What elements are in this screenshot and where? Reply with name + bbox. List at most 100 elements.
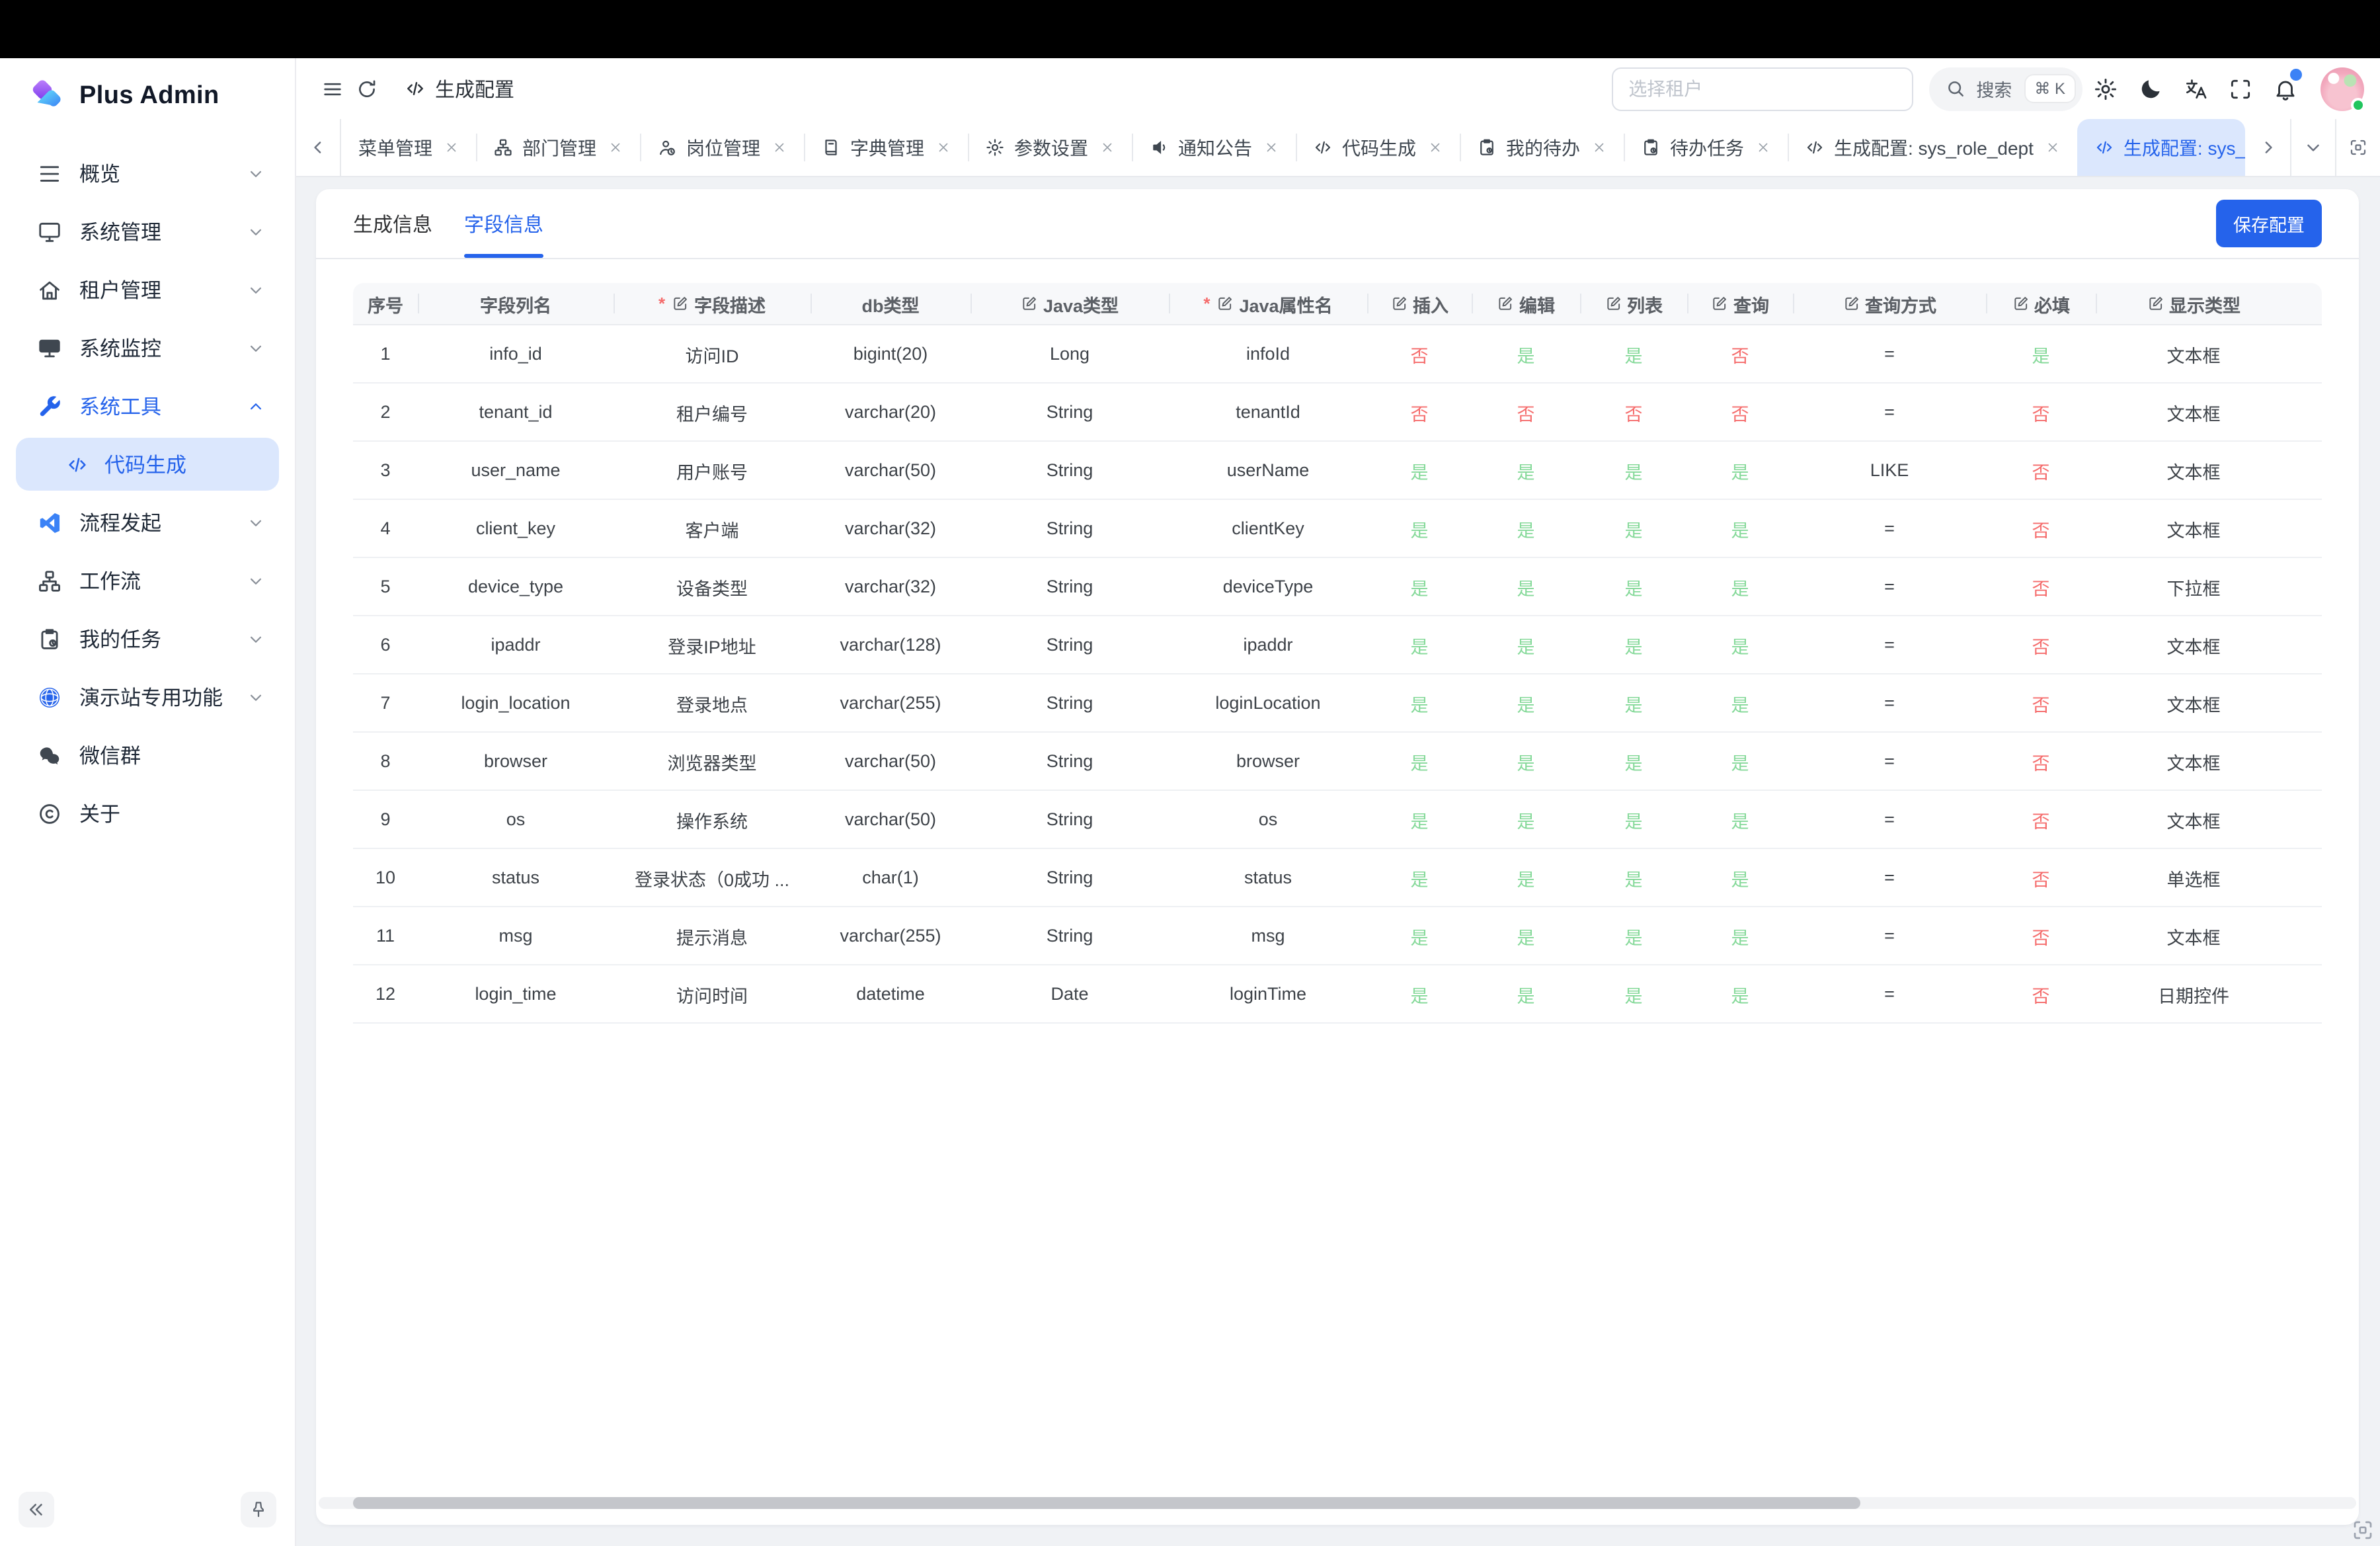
workspace-tab-8[interactable]: 待办任务 (1624, 119, 1788, 176)
close-tab-icon[interactable] (772, 140, 787, 155)
cell-3-7[interactable]: 是 (1472, 515, 1580, 542)
cell-4-12[interactable]: 下拉框 (2096, 573, 2291, 600)
cell-7-9[interactable]: 是 (1687, 748, 1793, 774)
sidebar-item-7[interactable]: 我的任务 (16, 612, 279, 665)
close-tab-icon[interactable] (1756, 140, 1770, 155)
fullscreen-button[interactable] (2217, 66, 2262, 111)
cell-5-5[interactable]: ipaddr (1169, 635, 1367, 655)
cell-11-2[interactable]: 访问时间 (614, 981, 811, 1007)
cell-9-7[interactable]: 是 (1472, 864, 1580, 891)
sidebar-item-6[interactable]: 工作流 (16, 554, 279, 607)
cell-7-6[interactable]: 是 (1367, 748, 1472, 774)
close-tab-icon[interactable] (2045, 140, 2060, 155)
cell-5-6[interactable]: 是 (1367, 631, 1472, 658)
cell-1-10[interactable]: = (1793, 402, 1986, 422)
tab-field-info[interactable]: 字段信息 (448, 189, 559, 258)
cell-0-6[interactable]: 否 (1367, 341, 1472, 367)
cell-10-4[interactable]: String (971, 926, 1169, 946)
close-tab-icon[interactable] (1100, 140, 1115, 155)
cell-4-2[interactable]: 设备类型 (614, 573, 811, 600)
sidebar-item-10[interactable]: 关于 (16, 787, 279, 840)
cell-3-9[interactable]: 是 (1687, 515, 1793, 542)
cell-10-8[interactable]: 是 (1580, 922, 1687, 949)
close-tab-icon[interactable] (1264, 140, 1279, 155)
cell-3-5[interactable]: clientKey (1169, 518, 1367, 538)
cell-9-2[interactable]: 登录状态（0成功 ... (614, 864, 811, 891)
cell-6-10[interactable]: = (1793, 693, 1986, 713)
cell-11-10[interactable]: = (1793, 984, 1986, 1004)
cell-5-8[interactable]: 是 (1580, 631, 1687, 658)
cell-8-4[interactable]: String (971, 809, 1169, 829)
workspace-tab-9[interactable]: 生成配置: sys_role_dept (1788, 119, 2077, 176)
close-tab-icon[interactable] (1428, 140, 1443, 155)
cell-2-9[interactable]: 是 (1687, 457, 1793, 483)
cell-6-6[interactable]: 是 (1367, 690, 1472, 716)
cell-0-7[interactable]: 是 (1472, 341, 1580, 367)
cell-7-2[interactable]: 浏览器类型 (614, 748, 811, 774)
cell-7-7[interactable]: 是 (1472, 748, 1580, 774)
cell-4-10[interactable]: = (1793, 577, 1986, 596)
dark-mode-button[interactable] (2127, 66, 2172, 111)
tabs-dropdown-button[interactable] (2290, 119, 2335, 176)
cell-1-4[interactable]: String (971, 402, 1169, 422)
cell-11-11[interactable]: 否 (1986, 981, 2096, 1007)
cell-10-11[interactable]: 否 (1986, 922, 2096, 949)
cell-1-11[interactable]: 否 (1986, 399, 2096, 425)
cell-11-9[interactable]: 是 (1687, 981, 1793, 1007)
refresh-button[interactable] (349, 71, 383, 106)
cell-0-8[interactable]: 是 (1580, 341, 1687, 367)
cell-2-6[interactable]: 是 (1367, 457, 1472, 483)
sidebar-item-4[interactable]: 系统工具 (16, 380, 279, 432)
cell-6-5[interactable]: loginLocation (1169, 693, 1367, 713)
horizontal-scrollbar-track[interactable] (319, 1497, 2356, 1509)
cell-9-8[interactable]: 是 (1580, 864, 1687, 891)
workspace-tab-1[interactable]: 部门管理 (476, 119, 640, 176)
tab-maximize-button[interactable] (2335, 119, 2380, 176)
tenant-select-input[interactable] (1611, 67, 1913, 110)
cell-0-4[interactable]: Long (971, 344, 1169, 364)
global-search-button[interactable]: 搜索 ⌘ K (1928, 67, 2082, 110)
cell-9-11[interactable]: 否 (1986, 864, 2096, 891)
cell-10-5[interactable]: msg (1169, 926, 1367, 946)
cell-10-10[interactable]: = (1793, 926, 1986, 946)
corner-resize-icon[interactable] (2351, 1518, 2375, 1542)
cell-4-8[interactable]: 是 (1580, 573, 1687, 600)
cell-11-4[interactable]: Date (971, 984, 1169, 1004)
sidebar-item-8[interactable]: 演示站专用功能 (16, 671, 279, 723)
close-tab-icon[interactable] (608, 140, 623, 155)
workspace-tab-6[interactable]: 代码生成 (1296, 119, 1460, 176)
cell-2-2[interactable]: 用户账号 (614, 457, 811, 483)
sidebar-item-9[interactable]: 微信群 (16, 729, 279, 782)
close-tab-icon[interactable] (444, 140, 459, 155)
save-config-button[interactable]: 保存配置 (2216, 200, 2322, 247)
workspace-tab-2[interactable]: 岗位管理 (640, 119, 804, 176)
cell-1-9[interactable]: 否 (1687, 399, 1793, 425)
menu-toggle-button[interactable] (315, 71, 349, 106)
cell-0-12[interactable]: 文本框 (2096, 341, 2291, 367)
cell-7-4[interactable]: String (971, 751, 1169, 771)
cell-5-7[interactable]: 是 (1472, 631, 1580, 658)
cell-8-8[interactable]: 是 (1580, 806, 1687, 833)
cell-10-7[interactable]: 是 (1472, 922, 1580, 949)
cell-9-4[interactable]: String (971, 868, 1169, 887)
cell-6-2[interactable]: 登录地点 (614, 690, 811, 716)
cell-9-12[interactable]: 单选框 (2096, 864, 2291, 891)
horizontal-scrollbar-thumb[interactable] (353, 1497, 1861, 1509)
cell-0-11[interactable]: 是 (1986, 341, 2096, 367)
cell-8-10[interactable]: = (1793, 809, 1986, 829)
cell-10-6[interactable]: 是 (1367, 922, 1472, 949)
cell-8-5[interactable]: os (1169, 809, 1367, 829)
settings-button[interactable] (2082, 66, 2127, 111)
sidebar-collapse-button[interactable] (19, 1492, 54, 1527)
cell-10-9[interactable]: 是 (1687, 922, 1793, 949)
cell-5-12[interactable]: 文本框 (2096, 631, 2291, 658)
cell-3-11[interactable]: 否 (1986, 515, 2096, 542)
cell-2-4[interactable]: String (971, 460, 1169, 480)
cell-5-10[interactable]: = (1793, 635, 1986, 655)
cell-7-12[interactable]: 文本框 (2096, 748, 2291, 774)
cell-11-6[interactable]: 是 (1367, 981, 1472, 1007)
cell-6-9[interactable]: 是 (1687, 690, 1793, 716)
cell-7-5[interactable]: browser (1169, 751, 1367, 771)
workspace-tab-10[interactable]: 生成配置: sys_lo (2077, 119, 2245, 176)
cell-4-11[interactable]: 否 (1986, 573, 2096, 600)
